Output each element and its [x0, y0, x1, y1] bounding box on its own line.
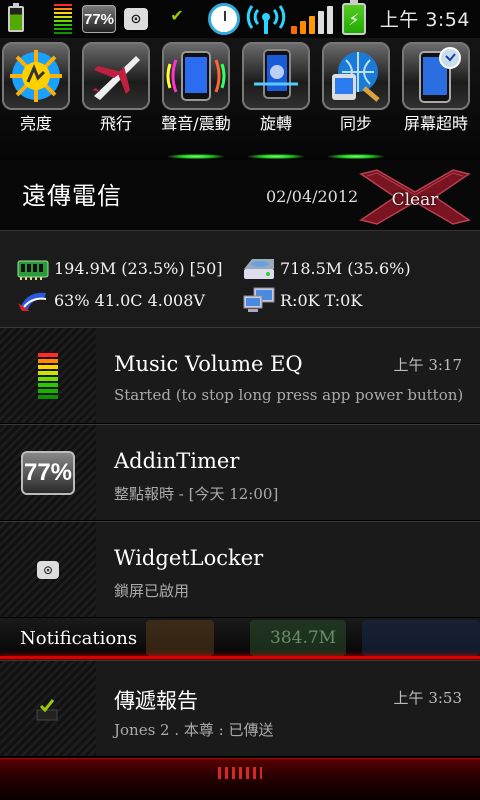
toggle-indicator: [328, 154, 384, 159]
notification-title: 傳遞報告: [114, 689, 198, 713]
notification-time: 上午 3:17: [393, 356, 462, 374]
notification-title: WidgetLocker: [114, 546, 264, 570]
brightness-icon: [2, 42, 70, 110]
sync-icon: [322, 42, 390, 110]
notification-music-volume-eq[interactable]: Music Volume EQ 上午 3:17 Started (to stop…: [0, 327, 480, 423]
notifications-header: 384.7M Notifications: [0, 618, 480, 658]
toggle-airplane[interactable]: 飛行: [82, 42, 150, 158]
toggle-indicator: [88, 154, 144, 159]
toggle-rotate[interactable]: 旋轉: [242, 42, 310, 159]
battery-stat-text: 63% 41.0C 4.008V: [54, 291, 205, 310]
notification-subtitle: 整點報時 - [今天 12:00]: [114, 485, 279, 503]
notification-widget-locker[interactable]: ⊙ WidgetLocker 鎖屏已啟用: [0, 521, 480, 617]
equalizer-bar: [38, 352, 58, 357]
rotate-icon: [242, 42, 310, 110]
equalizer-bar: [54, 4, 72, 6]
toggle-indicator: [8, 154, 64, 159]
notification-subtitle: Started (to stop long press app power bu…: [114, 386, 464, 404]
toggle-indicator: [168, 154, 224, 159]
notification-title: AddinTimer: [114, 449, 240, 473]
clear-label: Clear: [391, 190, 439, 210]
storage-text: 718.5M (35.6%): [280, 259, 411, 278]
notification-icon-column: 77%: [0, 425, 96, 520]
equalizer-bar: [38, 394, 58, 399]
divider: [0, 656, 480, 659]
equalizer-bar: [54, 32, 72, 34]
clear-button[interactable]: Clear: [357, 168, 473, 226]
notification-title: Music Volume EQ: [114, 352, 303, 376]
handle-grip-icon: [218, 767, 262, 779]
battery-percent-icon: 77%: [82, 5, 116, 33]
background-widget: [362, 620, 480, 656]
toggle-brightness[interactable]: 亮度: [2, 42, 70, 158]
equalizer-bar: [54, 28, 72, 30]
check-icon: ✔: [170, 5, 184, 25]
battery-small-icon: [8, 3, 24, 32]
notification-delivery-report[interactable]: 傳遞報告 上午 3:53 Jones 2 . 本尊 : 已傳送: [0, 660, 480, 756]
equalizer-bar: [54, 12, 72, 14]
notification-icon-column: [0, 661, 96, 756]
toggle-sound-vibrate[interactable]: 聲音/震動: [161, 42, 231, 159]
notification-subtitle: 鎖屏已啟用: [114, 582, 190, 600]
ram-text: 194.9M (23.5%) [50]: [54, 259, 223, 278]
quick-toggles: 亮度 飛行 聲音/震動 旋轉 同步 屏幕超時: [0, 38, 480, 160]
notification-icon-column: ⊙: [0, 522, 96, 617]
notification-addin-timer[interactable]: 77% AddinTimer 整點報時 - [今天 12:00]: [0, 424, 480, 520]
alarm-clock-icon: [208, 3, 240, 35]
toggle-sync[interactable]: 同步: [322, 42, 390, 159]
lock-icon: ⊙: [124, 8, 148, 30]
network-text: R:0K T:0K: [280, 291, 363, 310]
system-stats: 194.9M (23.5%) [50] 718.5M (35.6%) 63% 4…: [0, 230, 480, 327]
toggle-label: 旋轉: [259, 114, 292, 133]
delivered-check-icon: [36, 698, 58, 720]
equalizer-bar: [54, 20, 72, 22]
drawer-handle[interactable]: [0, 758, 480, 800]
equalizer-bar: [38, 376, 58, 381]
signal-strength-icon: [290, 4, 334, 34]
battery-charging-icon: ⚡: [342, 0, 366, 35]
toggle-indicator: [408, 154, 464, 159]
toggle-screen-timeout[interactable]: 屏幕超時: [402, 42, 470, 158]
background-widget: [146, 620, 214, 656]
equalizer-bar: [38, 358, 58, 363]
carrier-name: 遠傳電信: [22, 182, 122, 210]
hard-drive-icon: [242, 255, 276, 281]
network-computers-icon: [242, 287, 276, 313]
toggle-indicator: [248, 154, 304, 159]
clock: 上午 3:54: [379, 9, 470, 31]
status-bar: 77% ⊙ ✔ ⚡ 上午 3:54: [0, 0, 480, 38]
battery-stat-icon: [16, 287, 50, 313]
equalizer-bar: [38, 370, 58, 375]
equalizer-bar: [54, 24, 72, 26]
wifi-icon: [246, 2, 286, 36]
notifications-label: Notifications: [20, 628, 138, 649]
toggle-label: 聲音/震動: [161, 114, 231, 133]
equalizer-bar: [54, 16, 72, 18]
toggle-label: 同步: [339, 114, 372, 133]
notification-icon-column: [0, 328, 96, 423]
equalizer-bar: [38, 388, 58, 393]
equalizer-bar: [38, 364, 58, 369]
equalizer-icon: [54, 4, 72, 34]
equalizer-bar: [38, 382, 58, 387]
toggle-label: 屏幕超時: [403, 114, 468, 133]
notification-time: 上午 3:53: [393, 689, 462, 707]
battery-percent-icon: 77%: [21, 450, 75, 495]
airplane-icon: [82, 42, 150, 110]
toggle-label: 飛行: [99, 114, 132, 133]
lock-icon: ⊙: [37, 560, 59, 579]
battery-percent-text: 77%: [83, 10, 115, 28]
background-widget-text: 384.7M: [270, 628, 337, 648]
equalizer-icon: [38, 352, 58, 399]
notification-subtitle: Jones 2 . 本尊 : 已傳送: [114, 721, 274, 739]
current-date: 02/04/2012: [266, 187, 359, 206]
sound-vibrate-icon: [162, 42, 230, 110]
toggle-label: 亮度: [19, 114, 52, 133]
battery-percent-text: 77%: [23, 458, 73, 486]
screen-timeout-icon: [402, 42, 470, 110]
equalizer-bar: [54, 8, 72, 10]
ram-chip-icon: [16, 255, 50, 281]
